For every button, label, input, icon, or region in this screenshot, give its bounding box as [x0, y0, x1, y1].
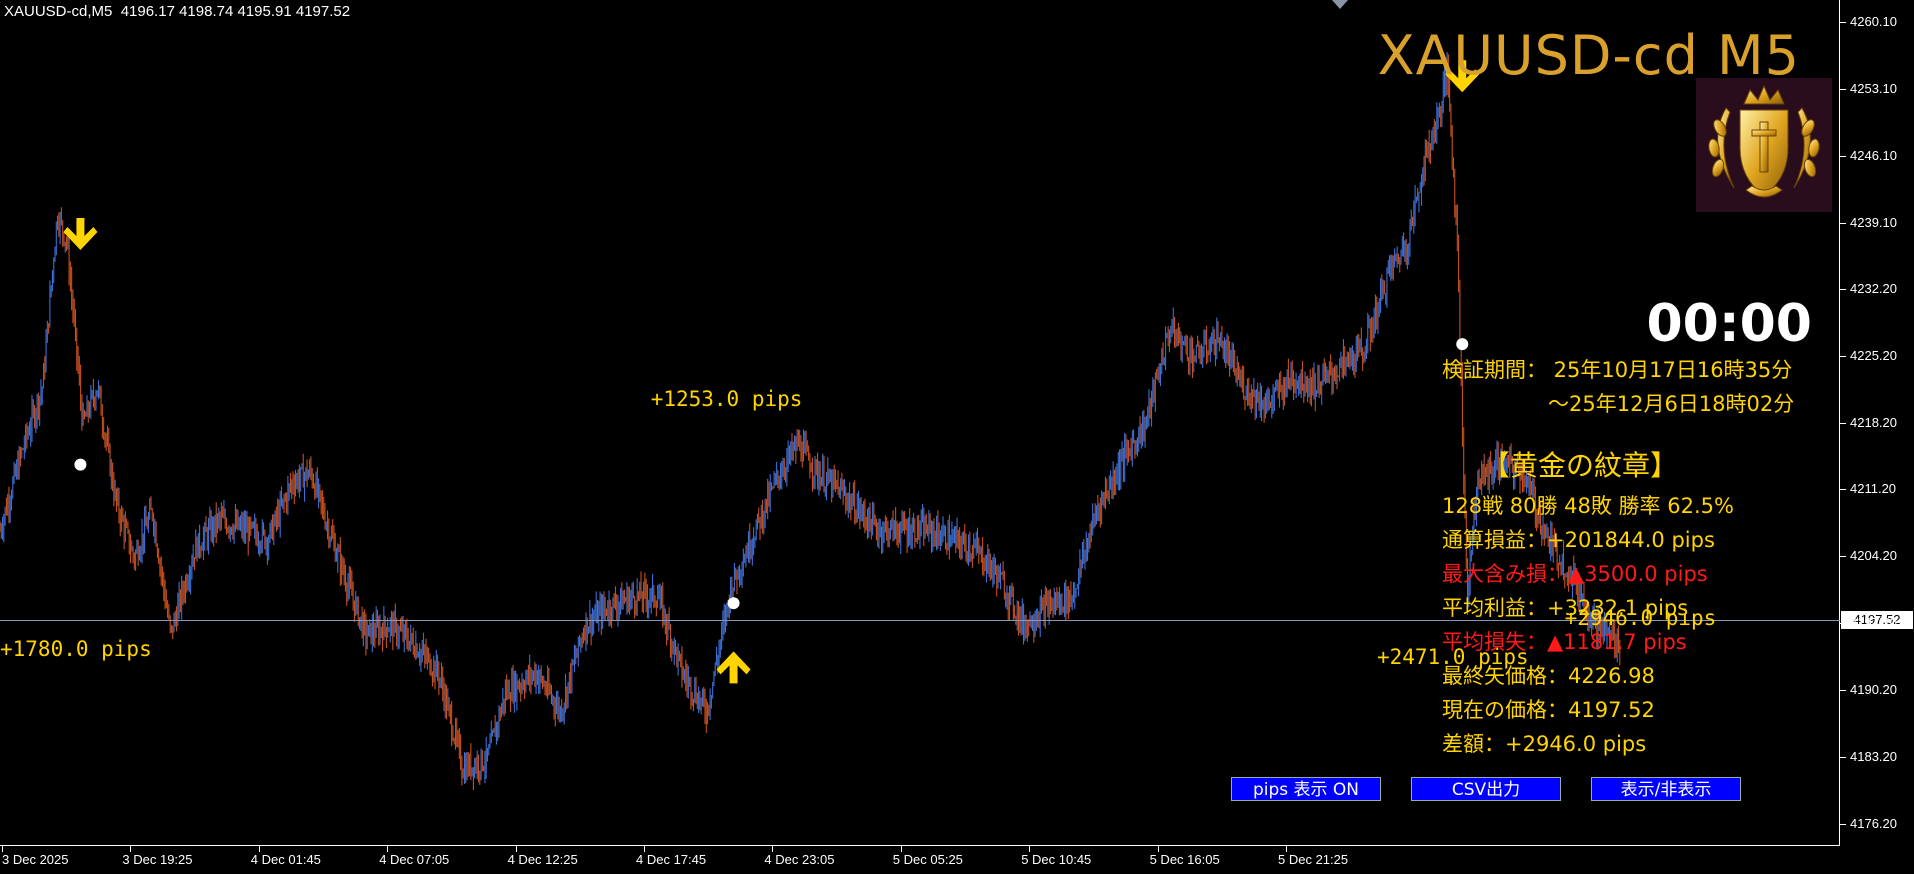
price-tick-label: 4239.10 — [1850, 214, 1897, 230]
win-record: 128戦 80勝 48敗 勝率 62.5% — [1442, 494, 1734, 518]
current-price-info: 現在の価格：4197.52 — [1442, 698, 1655, 722]
period-start: 検証期間： 25年10月17日16時35分 — [1442, 358, 1793, 382]
price-tick-mark — [1840, 690, 1846, 692]
max-drawdown: 最大含み損：▲3500.0 pips — [1442, 562, 1708, 586]
price-tick-mark — [1840, 556, 1846, 558]
time-tick-label: 4 Dec 01:45 — [250, 852, 321, 867]
price-tick-label: 4197.20 — [1850, 615, 1897, 631]
golden-crest-emblem-icon — [1696, 78, 1832, 212]
price-tick-mark — [1840, 288, 1846, 290]
price-tick-label: 4253.10 — [1850, 80, 1897, 96]
price-tick-mark — [1840, 222, 1846, 224]
time-tick-label: 4 Dec 17:45 — [636, 852, 707, 867]
sell-signal-arrow-icon — [63, 218, 98, 251]
price-tick-mark — [1840, 757, 1846, 759]
csv-export-button[interactable]: CSV出力 — [1411, 777, 1561, 801]
chart-window[interactable]: XAUUSD-cd,M5 4196.17 4198.74 4195.91 419… — [0, 0, 1914, 874]
price-tick-label: 4260.10 — [1850, 13, 1897, 29]
price-tick-mark — [1840, 355, 1846, 357]
price-tick-mark — [1840, 422, 1846, 424]
price-tick-label: 4204.20 — [1850, 548, 1897, 564]
price-tick-mark — [1840, 88, 1846, 90]
price-tick-label: 4232.20 — [1850, 280, 1897, 296]
strategy-name: 【黄金の紋章】 — [1482, 449, 1679, 482]
pips-result-label: +1253.0 pips — [650, 386, 803, 411]
period-end: ～25年12月6日18時02分 — [1548, 392, 1795, 416]
time-tick-label: 4 Dec 07:05 — [379, 852, 450, 867]
time-tick-label: 4 Dec 23:05 — [764, 852, 835, 867]
pips-result-label: +1780.0 pips — [0, 637, 152, 662]
price-tick-mark — [1840, 155, 1846, 157]
price-tick-mark — [1840, 824, 1846, 825]
pips-result-label: +2946.0 pips — [1564, 605, 1717, 630]
show-hide-button[interactable]: 表示/非表示 — [1591, 777, 1741, 801]
price-tick-mark — [1840, 489, 1846, 491]
price-tick-label: 4246.10 — [1850, 147, 1897, 163]
price-tick-mark — [1840, 21, 1846, 23]
price-difference: 差額：+2946.0 pips — [1442, 732, 1647, 756]
entry-dot — [1456, 338, 1469, 351]
pips-display-toggle-button[interactable]: pips 表示 ON — [1231, 777, 1381, 801]
price-tick-label: 4211.20 — [1850, 481, 1897, 497]
total-profit-loss: 通算損益：+201844.0 pips — [1442, 528, 1715, 552]
price-tick-label: 4183.20 — [1850, 749, 1897, 765]
entry-dot — [74, 458, 87, 471]
time-tick-label: 5 Dec 16:05 — [1149, 852, 1220, 867]
symbol-info: XAUUSD-cd,M5 4196.17 4198.74 4195.91 419… — [4, 3, 351, 20]
countdown-timer: 00:00 — [1646, 294, 1812, 354]
price-tick-mark — [1840, 623, 1846, 625]
candles — [0, 52, 1621, 791]
price-tick-label: 4218.20 — [1850, 414, 1897, 430]
time-tick-label: 4 Dec 12:25 — [507, 852, 578, 867]
price-tick-label: 4176.20 — [1850, 816, 1897, 831]
price-tick-label: 4190.20 — [1850, 682, 1897, 698]
entry-dot — [727, 597, 740, 610]
time-tick-label: 5 Dec 10:45 — [1021, 852, 1092, 867]
chart-shift-marker[interactable] — [1332, 0, 1348, 9]
pips-result-label: +2471.0 pips — [1376, 644, 1529, 669]
time-tick-label: 5 Dec 21:25 — [1278, 852, 1349, 867]
time-tick-label: 3 Dec 19:25 — [122, 852, 193, 867]
buy-signal-arrow-icon — [716, 651, 751, 684]
time-tick-label: 5 Dec 05:25 — [892, 852, 963, 867]
time-tick-label: 3 Dec 2025 — [2, 852, 69, 867]
price-tick-label: 4225.20 — [1850, 347, 1897, 363]
